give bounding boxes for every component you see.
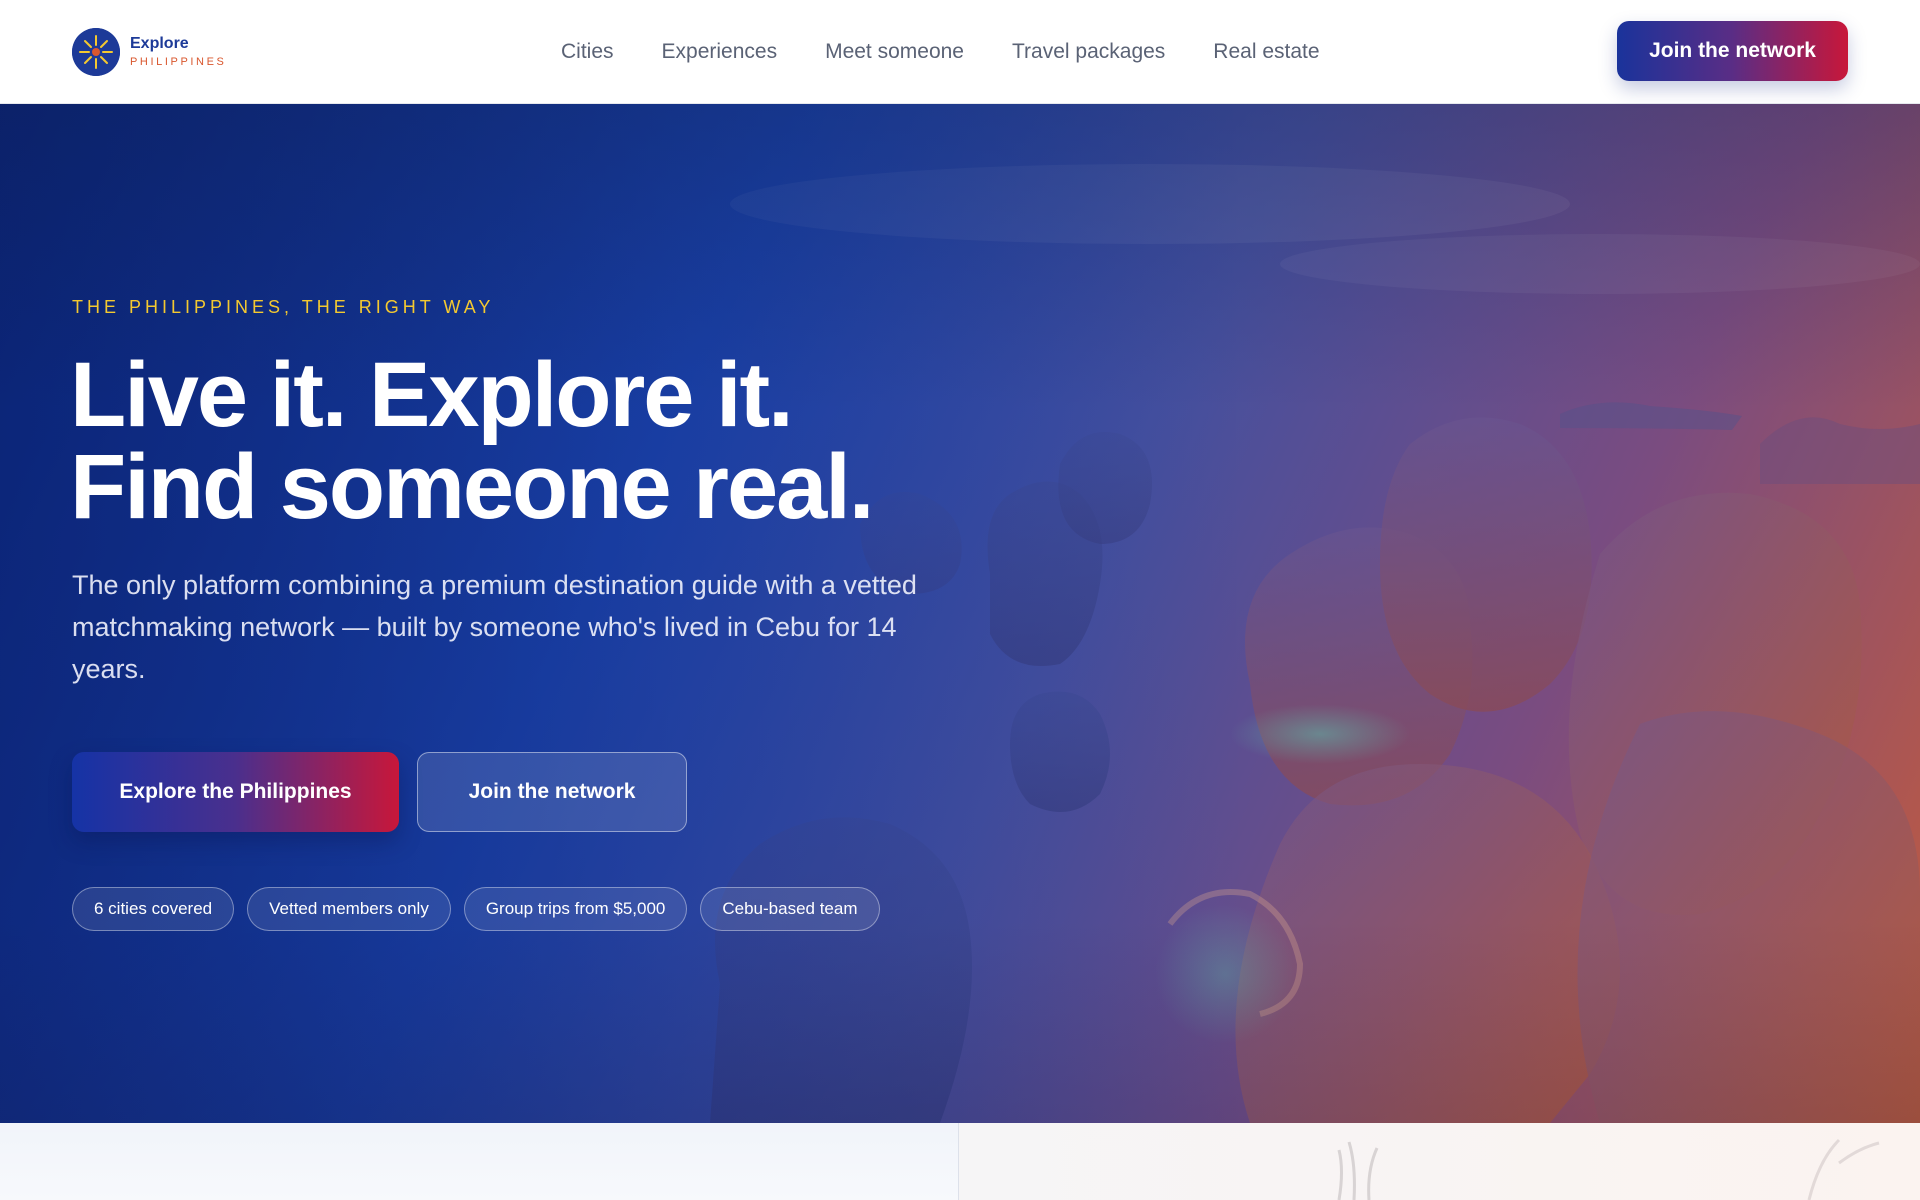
hero-headline: Live it. Explore it. Find someone real. [70,349,970,533]
hero-highlights: 6 cities covered Vetted members only Gro… [72,887,880,931]
highlight-pill-cities: 6 cities covered [72,887,235,931]
nav-item-meet-someone[interactable]: Meet someone [825,40,964,64]
brand-name: Explore [130,34,189,52]
nav-item-cities[interactable]: Cities [561,40,614,64]
hero-headline-line-1: Live it. Explore it. [70,344,794,446]
feature-panel-right [959,1123,1920,1200]
hero-lead-text: The only platform combining a premium de… [72,570,917,684]
feature-split-section [0,1123,1920,1200]
explore-philippines-button[interactable]: Explore the Philippines [72,752,399,832]
main-nav: Cities Experiences Meet someone Travel p… [561,0,1320,104]
join-network-hero-button[interactable]: Join the network [417,752,687,832]
nav-item-experiences[interactable]: Experiences [662,40,778,64]
hero-section: THE PHILIPPINES, THE RIGHT WAY Live it. … [0,104,1920,1123]
brand-logo-link[interactable]: Explore PHILIPPINES [72,27,227,76]
highlight-pill-group-trips: Group trips from $5,000 [463,887,688,931]
palm-silhouette-image [1337,1138,1880,1200]
join-network-header-button[interactable]: Join the network [1617,21,1848,81]
sun-compass-icon [72,27,120,76]
nav-item-real-estate[interactable]: Real estate [1213,40,1319,64]
site-header: Explore PHILIPPINES Cities Experiences M… [0,0,1920,104]
hero-eyebrow: THE PHILIPPINES, THE RIGHT WAY [72,297,495,317]
highlight-pill-vetted: Vetted members only [247,887,451,931]
hero-headline-line-2: Find someone real. [70,436,874,538]
feature-panel-left [0,1123,959,1200]
nav-item-travel-packages[interactable]: Travel packages [1012,40,1165,64]
highlight-pill-cebu-team: Cebu-based team [700,887,880,931]
brand-subtitle: PHILIPPINES [130,55,227,68]
